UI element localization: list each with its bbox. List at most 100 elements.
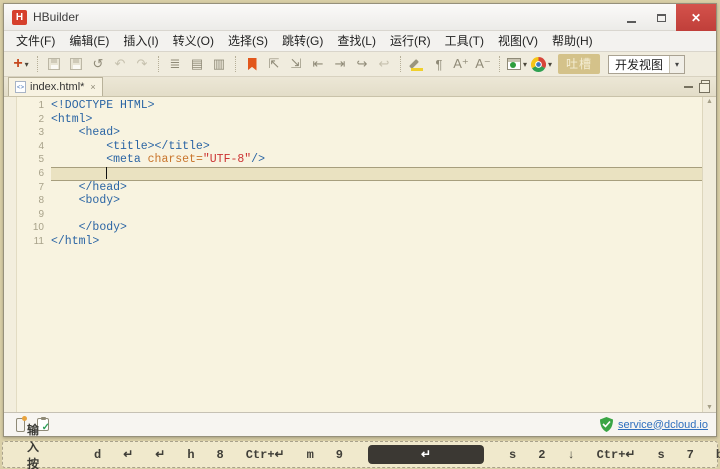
highlighter-icon xyxy=(410,58,424,71)
shift-left-button[interactable]: ⇤ xyxy=(309,55,327,73)
toolbar: + ▾ ↺ ↶ ↷ ≣ ▤ ▥ ⇱ ⇲ ⇤ ⇥ ↪ ↩ ¶ A⁺ A⁻ ▾ ▾ … xyxy=(4,52,716,77)
menu-item-4[interactable]: 转义(O) xyxy=(166,31,221,51)
pane-minimize-icon[interactable] xyxy=(684,86,693,88)
close-button[interactable]: ✕ xyxy=(676,4,716,31)
line-number: 1 xyxy=(38,100,44,111)
editor-left-margin xyxy=(4,97,17,412)
service-email-link[interactable]: service@dcloud.io xyxy=(618,419,708,431)
jump-back-button[interactable]: ↩ xyxy=(375,55,393,73)
minimize-button[interactable] xyxy=(616,4,646,31)
insert-line-above-button[interactable]: ⇱ xyxy=(265,55,283,73)
format-source-button[interactable]: ≣ xyxy=(166,55,184,73)
line-number: 11 xyxy=(33,235,44,247)
menubar: 文件(F) 编辑(E) 插入(I) 转义(O) 选择(S) 跳转(G) 查找(L) 运行(R)… xyxy=(4,31,716,52)
line-number-gutter: 1 2 3 4 5 6 7 8 9 10 11 xyxy=(17,97,51,412)
line-number: 7 xyxy=(38,181,44,193)
menu-item-3[interactable]: 插入(I) xyxy=(116,31,165,51)
html-file-icon: <> xyxy=(15,81,26,93)
new-file-button[interactable]: + ▾ xyxy=(12,55,30,73)
insert-line-below-button[interactable]: ⇲ xyxy=(287,55,305,73)
menu-item-7[interactable]: 查找(L) xyxy=(330,31,383,51)
save-all-icon xyxy=(70,58,82,70)
chrome-icon xyxy=(531,56,546,72)
save-button[interactable] xyxy=(45,55,63,73)
tucao-button[interactable]: 吐槽 xyxy=(558,54,601,74)
shift-right-button[interactable]: ⇥ xyxy=(331,55,349,73)
code-line-6[interactable] xyxy=(51,166,702,181)
code-editor[interactable]: 1 2 3 4 5 6 7 8 9 10 11 <!DOCTYPE HTML> <html> <hea… xyxy=(4,97,716,412)
jump-forward-icon: ↪ xyxy=(356,56,368,71)
code-line-3[interactable]: <head> xyxy=(51,126,702,140)
insert-above-icon: ⇱ xyxy=(268,56,280,71)
code-line-5[interactable]: <meta charset="UTF-8"/> xyxy=(51,153,702,167)
bookmark-button[interactable] xyxy=(243,55,261,73)
code-line-1[interactable]: <!DOCTYPE HTML> xyxy=(51,99,702,113)
doc-cols-icon: ▥ xyxy=(212,56,226,71)
scroll-up-icon[interactable]: ▲ xyxy=(706,98,713,105)
key-hint: d xyxy=(93,447,102,462)
view-mode-select[interactable]: 开发视图 ▾ xyxy=(608,54,686,74)
plus-icon: + xyxy=(13,55,23,72)
line-number: 4 xyxy=(38,140,44,152)
css-view-button[interactable]: ▥ xyxy=(210,55,228,73)
scroll-down-icon[interactable]: ▼ xyxy=(706,404,713,411)
font-increase-button[interactable]: A⁺ xyxy=(452,55,470,73)
undo-button[interactable]: ↶ xyxy=(111,55,129,73)
menu-item-9[interactable]: 工具(T) xyxy=(438,31,491,51)
tab-index-html[interactable]: <> index.html* × xyxy=(8,77,103,96)
bar-right-icon: ⇥ xyxy=(334,56,346,71)
menu-item-5[interactable]: 选择(S) xyxy=(221,31,275,51)
code-line-11[interactable]: </html> xyxy=(51,235,702,249)
maximize-button[interactable] xyxy=(646,4,676,31)
app-window: H HBuilder ✕ 文件(F) 编辑(E) 插入(I) 转义(O) 选择(S) 跳转… xyxy=(3,3,717,437)
code-line-2[interactable]: <html> xyxy=(51,113,702,127)
menu-item-10[interactable]: 视图(V) xyxy=(491,31,545,51)
code-line-4[interactable]: <title></title> xyxy=(51,140,702,154)
menu-item-11[interactable]: 帮助(H) xyxy=(545,31,600,51)
code-area[interactable]: <!DOCTYPE HTML> <html> <head> <title></ti… xyxy=(51,97,702,412)
device-status-icon[interactable] xyxy=(16,415,27,432)
revert-button[interactable]: ↺ xyxy=(89,55,107,73)
key-hint: ↵ xyxy=(155,448,166,462)
jump-forward-button[interactable]: ↪ xyxy=(353,55,371,73)
show-whitespace-button[interactable]: ¶ xyxy=(430,55,448,73)
font-decrease-icon: A⁻ xyxy=(475,56,491,71)
key-hint: 8 xyxy=(216,447,224,462)
code-line-7[interactable]: </head> xyxy=(51,181,702,195)
run-in-browser-button[interactable]: ▾ xyxy=(507,55,527,73)
tab-close-icon[interactable]: × xyxy=(90,82,95,92)
browser-icon xyxy=(507,58,521,70)
code-line-10[interactable]: </body> xyxy=(51,221,702,235)
close-icon: ✕ xyxy=(690,10,702,25)
save-all-button[interactable] xyxy=(67,55,85,73)
menu-item-6[interactable]: 跳转(G) xyxy=(275,31,330,51)
code-line-8[interactable]: <body> xyxy=(51,194,702,208)
run-in-chrome-button[interactable]: ▾ xyxy=(531,55,552,73)
chevron-down-icon: ▾ xyxy=(523,59,528,69)
redo-button[interactable]: ↷ xyxy=(133,55,151,73)
shield-icon xyxy=(599,417,613,432)
pane-maximize-icon[interactable] xyxy=(699,80,710,93)
code-line-9[interactable] xyxy=(51,208,702,222)
pilcrow-icon: ¶ xyxy=(435,56,443,72)
insert-below-icon: ⇲ xyxy=(290,56,302,71)
line-number: 10 xyxy=(32,222,44,234)
chevron-down-icon: ▾ xyxy=(669,55,685,73)
jump-back-icon: ↩ xyxy=(378,56,390,71)
chevron-down-icon: ▾ xyxy=(548,59,553,69)
menu-item-1[interactable]: 文件(F) xyxy=(9,31,62,51)
menu-item-2[interactable]: 编辑(E) xyxy=(62,31,116,51)
font-increase-icon: A⁺ xyxy=(453,56,469,71)
menu-item-8[interactable]: 运行(R) xyxy=(383,31,438,51)
line-number: 9 xyxy=(38,208,44,220)
highlight-button[interactable] xyxy=(408,55,426,73)
toolbar-separator xyxy=(235,56,236,72)
chevron-down-icon: ▾ xyxy=(24,59,29,69)
key-hint: ↵ xyxy=(123,448,134,462)
key-hint: s xyxy=(657,447,665,462)
vertical-scrollbar[interactable]: ▲ ▼ xyxy=(702,97,716,412)
key-input-overlay: 输入按键: d↵↵h8Ctr+↵m9↵s2↓Ctr+↵s7b0{t5 xyxy=(2,423,720,469)
font-decrease-button[interactable]: A⁻ xyxy=(474,55,492,73)
edit-in-browser-button[interactable]: ▤ xyxy=(188,55,206,73)
view-mode-value: 开发视图 xyxy=(615,57,664,72)
